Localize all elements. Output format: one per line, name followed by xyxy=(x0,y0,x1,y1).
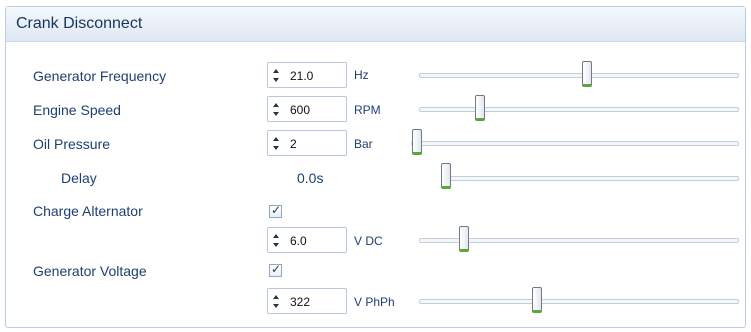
crank-disconnect-panel: Crank Disconnect Generator Frequency 21.… xyxy=(5,6,746,328)
spin-arrows-icon[interactable] xyxy=(273,233,281,249)
engine-speed-label: Engine Speed xyxy=(33,102,121,118)
oil-pressure-value[interactable]: 2 xyxy=(290,137,297,151)
generator-frequency-slider-track[interactable] xyxy=(419,73,739,78)
generator-voltage-unit: V PhPh xyxy=(354,295,395,309)
panel-title: Crank Disconnect xyxy=(16,15,143,32)
checkmark-icon: ✓ xyxy=(271,203,282,217)
charge-alternator-label: Charge Alternator xyxy=(33,203,143,219)
generator-frequency-unit: Hz xyxy=(354,68,369,82)
engine-speed-slider-track[interactable] xyxy=(419,107,739,112)
generator-voltage-slider-track[interactable] xyxy=(419,299,739,304)
delay-value: 0.0s xyxy=(297,170,324,186)
generator-voltage-label: Generator Voltage xyxy=(33,263,147,279)
generator-frequency-value[interactable]: 21.0 xyxy=(290,69,313,83)
delay-label: Delay xyxy=(61,170,97,186)
oil-pressure-slider-track[interactable] xyxy=(411,141,739,146)
spin-arrows-icon[interactable] xyxy=(273,294,281,310)
charge-alternator-unit: V DC xyxy=(354,234,383,248)
engine-speed-value[interactable]: 600 xyxy=(290,103,310,117)
charge-alternator-checkbox[interactable]: ✓ xyxy=(269,203,282,218)
engine-speed-unit: RPM xyxy=(354,103,381,117)
panel-header: Crank Disconnect xyxy=(6,7,745,42)
generator-voltage-checkbox[interactable]: ✓ xyxy=(269,262,282,277)
charge-alternator-slider-thumb[interactable] xyxy=(459,226,469,252)
engine-speed-slider-thumb[interactable] xyxy=(475,95,485,121)
oil-pressure-unit: Bar xyxy=(354,137,373,151)
oil-pressure-slider-thumb[interactable] xyxy=(412,129,422,155)
delay-slider-track[interactable] xyxy=(441,176,739,181)
oil-pressure-spinner[interactable]: 2 xyxy=(267,130,347,156)
charge-alternator-value[interactable]: 6.0 xyxy=(290,234,307,248)
generator-voltage-value[interactable]: 322 xyxy=(290,295,310,309)
generator-voltage-slider-thumb[interactable] xyxy=(532,287,542,313)
generator-frequency-label: Generator Frequency xyxy=(33,68,167,84)
oil-pressure-label: Oil Pressure xyxy=(33,136,111,152)
generator-frequency-slider-thumb[interactable] xyxy=(582,61,592,87)
spin-arrows-icon[interactable] xyxy=(273,68,281,84)
delay-slider-thumb[interactable] xyxy=(441,163,451,189)
generator-voltage-spinner[interactable]: 322 xyxy=(267,288,347,314)
checkmark-icon: ✓ xyxy=(271,262,282,276)
spin-arrows-icon[interactable] xyxy=(273,102,281,118)
generator-frequency-spinner[interactable]: 21.0 xyxy=(267,62,347,88)
spin-arrows-icon[interactable] xyxy=(273,136,281,152)
engine-speed-spinner[interactable]: 600 xyxy=(267,96,347,122)
charge-alternator-spinner[interactable]: 6.0 xyxy=(267,227,347,253)
